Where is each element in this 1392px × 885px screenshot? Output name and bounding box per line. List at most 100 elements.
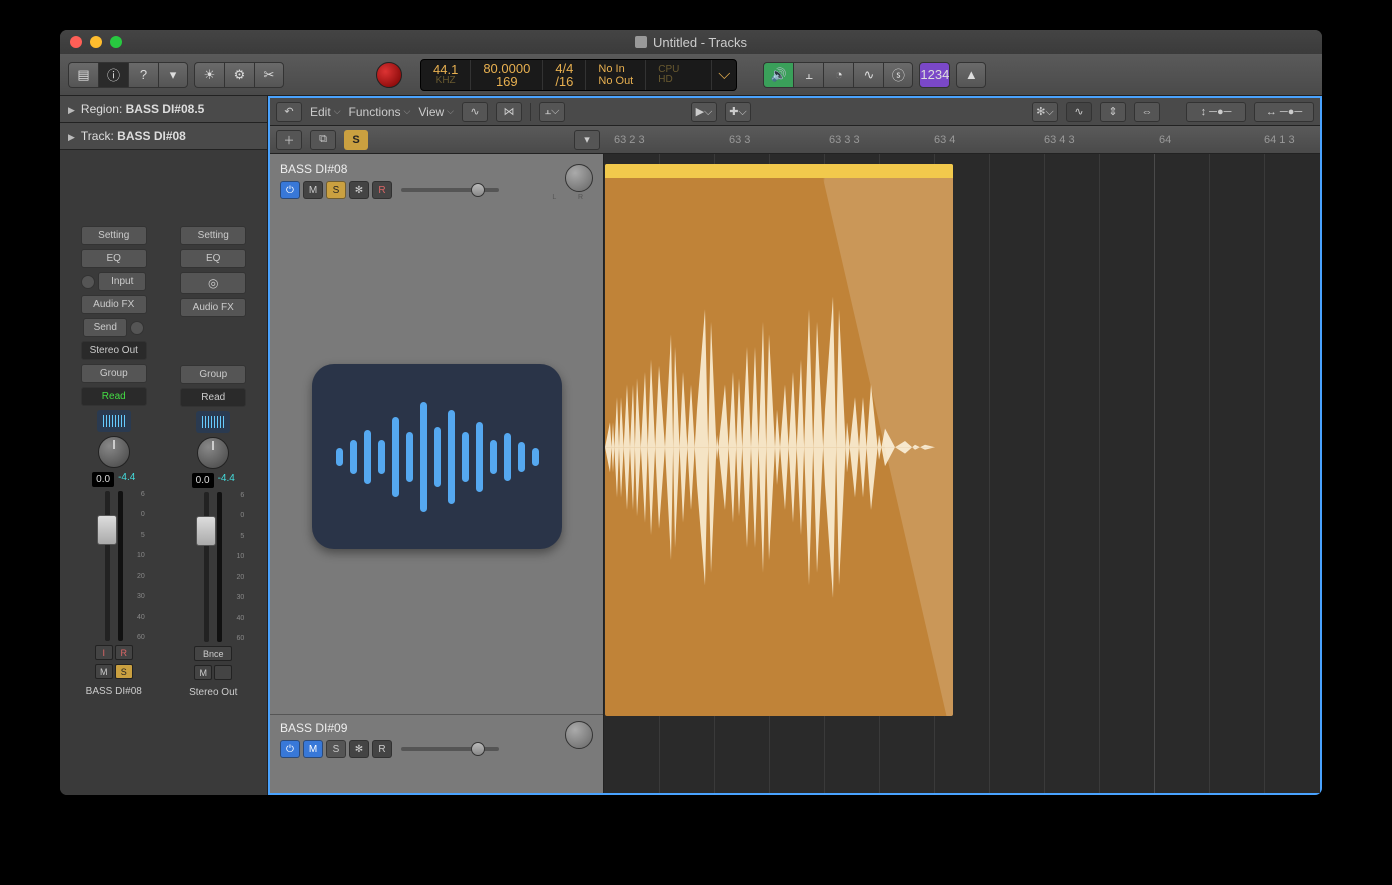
audiofx-button[interactable]: Audio FX: [81, 295, 147, 314]
volume-slider[interactable]: [401, 747, 499, 751]
input-monitor-button[interactable]: I: [95, 645, 113, 660]
view-menu[interactable]: View: [418, 105, 454, 119]
metronome-button[interactable]: ▲: [956, 62, 986, 88]
arrange-area[interactable]: [604, 154, 1320, 793]
solo-button[interactable]: S: [326, 181, 346, 199]
freeze-button[interactable]: ✻: [349, 181, 369, 199]
duplicate-track-button[interactable]: ⧉: [310, 130, 336, 150]
mute-button[interactable]: M: [303, 740, 323, 758]
height-fit-button[interactable]: ⇕: [1100, 102, 1126, 122]
input-button[interactable]: Input: [98, 272, 146, 291]
group-button[interactable]: Group: [180, 365, 246, 384]
functions-menu[interactable]: Functions: [349, 105, 411, 119]
record-button[interactable]: R: [372, 181, 392, 199]
solo-indicator[interactable]: S: [344, 130, 368, 150]
stereo-icon[interactable]: ◎: [180, 272, 246, 294]
link-button[interactable]: ∿: [853, 62, 883, 88]
pan-knob[interactable]: [98, 436, 130, 468]
record-button[interactable]: R: [372, 740, 392, 758]
gear-button[interactable]: ✻⌵: [1032, 102, 1058, 122]
lcd-tempo[interactable]: 80.0000 169: [471, 60, 543, 90]
output-button[interactable]: Stereo Out: [81, 341, 147, 360]
fader-track[interactable]: [105, 491, 110, 641]
volume-slider[interactable]: [401, 188, 499, 192]
master-volume-button[interactable]: 🔊: [763, 62, 793, 88]
solo-button[interactable]: [214, 665, 232, 680]
lcd-perf[interactable]: CPU HD: [646, 60, 712, 90]
add-track-button[interactable]: ＋: [276, 130, 302, 150]
lcd-display[interactable]: 44.1 KHZ 80.0000 169 4/4 /16 No In No Ou…: [420, 59, 737, 91]
group-button[interactable]: Group: [81, 364, 147, 383]
edit-menu[interactable]: Edit: [310, 105, 341, 119]
bounce-button[interactable]: Bnce: [194, 646, 232, 661]
document-icon: [635, 36, 647, 48]
filter-button[interactable]: ⫠⌵: [539, 102, 565, 122]
eq-button[interactable]: EQ: [180, 249, 246, 268]
eq-button[interactable]: EQ: [81, 249, 147, 268]
dropdown-button[interactable]: ▾: [574, 130, 600, 150]
track-icon[interactable]: [97, 410, 131, 432]
hzoom-slider[interactable]: ↔ ─●─: [1254, 102, 1314, 122]
solo-button[interactable]: S: [326, 740, 346, 758]
lcd-dropdown[interactable]: ⌵: [712, 60, 736, 90]
mixer-button[interactable]: ⚙: [224, 62, 254, 88]
lcd-io[interactable]: No In No Out: [586, 60, 646, 90]
track-header-1[interactable]: BASS DI#08 ⏻ M S ✻ R L R: [270, 154, 603, 714]
lcd-signature[interactable]: 4/4 /16: [543, 60, 586, 90]
track-icon[interactable]: [196, 411, 230, 433]
mute-button[interactable]: M: [303, 181, 323, 199]
send-button[interactable]: Send: [83, 318, 127, 337]
send-knob-icon[interactable]: [130, 321, 144, 335]
flex-button[interactable]: ∿: [462, 102, 488, 122]
close-icon[interactable]: [70, 36, 82, 48]
power-button[interactable]: ⏻: [280, 740, 300, 758]
pan-knob[interactable]: [565, 164, 593, 192]
pointer-tool[interactable]: ▶⌵: [691, 102, 717, 122]
minimize-icon[interactable]: [90, 36, 102, 48]
record-enable-button[interactable]: R: [115, 645, 133, 660]
region-header[interactable]: [605, 164, 953, 178]
back-arrow-icon[interactable]: ↶: [276, 102, 302, 122]
waveform-icon[interactable]: ∿: [1066, 102, 1092, 122]
catch-button[interactable]: ⋈: [496, 102, 522, 122]
titlebar[interactable]: Untitled - Tracks: [60, 30, 1322, 54]
traffic-lights: [70, 36, 122, 48]
track-header-2[interactable]: BASS DI#09 ⏻ M S ✻ R: [270, 714, 603, 764]
fader-handle[interactable]: [196, 516, 216, 546]
smart-controls-button[interactable]: ☀: [194, 62, 224, 88]
automation-button[interactable]: Read: [81, 387, 147, 406]
automation-button[interactable]: Read: [180, 388, 246, 407]
library-button[interactable]: ▤: [68, 62, 98, 88]
input-mode-icon[interactable]: [81, 275, 95, 289]
audio-region[interactable]: [605, 164, 953, 716]
tuner-button[interactable]: ⫠: [793, 62, 823, 88]
pan-knob[interactable]: [565, 721, 593, 749]
maximize-icon[interactable]: [110, 36, 122, 48]
solo-button[interactable]: S: [115, 664, 133, 679]
mute-button[interactable]: M: [95, 664, 113, 679]
region-header[interactable]: Region: BASS DI#08.5: [60, 96, 267, 123]
freeze-button[interactable]: ✻: [349, 740, 369, 758]
track-header[interactable]: Track: BASS DI#08: [60, 123, 267, 150]
audiofx-button[interactable]: Audio FX: [180, 298, 246, 317]
toolbar-button[interactable]: ▾: [158, 62, 188, 88]
lcd-samplerate[interactable]: 44.1 KHZ: [421, 60, 471, 90]
gauge-button[interactable]: ◔: [823, 62, 853, 88]
time-ruler[interactable]: 63 2 3 63 3 63 3 3 63 4 63 4 3 64 64 1 3: [604, 126, 1320, 153]
help-button[interactable]: ?: [128, 62, 158, 88]
inspector-button[interactable]: ⓘ: [98, 62, 128, 88]
fader-handle[interactable]: [97, 515, 117, 545]
scissors-button[interactable]: ✂: [254, 62, 284, 88]
vzoom-slider[interactable]: ↕ ─●─: [1186, 102, 1246, 122]
fader-track[interactable]: [204, 492, 209, 642]
power-button[interactable]: ⏻: [280, 181, 300, 199]
setting-button[interactable]: Setting: [180, 226, 246, 245]
solo-mode-button[interactable]: ⓢ: [883, 62, 913, 88]
record-button[interactable]: [376, 62, 402, 88]
pan-knob[interactable]: [197, 437, 229, 469]
count-in-button[interactable]: 1234: [919, 62, 950, 88]
width-fit-button[interactable]: ⇔: [1134, 102, 1160, 122]
marquee-tool[interactable]: ✚⌵: [725, 102, 751, 122]
mute-button[interactable]: M: [194, 665, 212, 680]
setting-button[interactable]: Setting: [81, 226, 147, 245]
